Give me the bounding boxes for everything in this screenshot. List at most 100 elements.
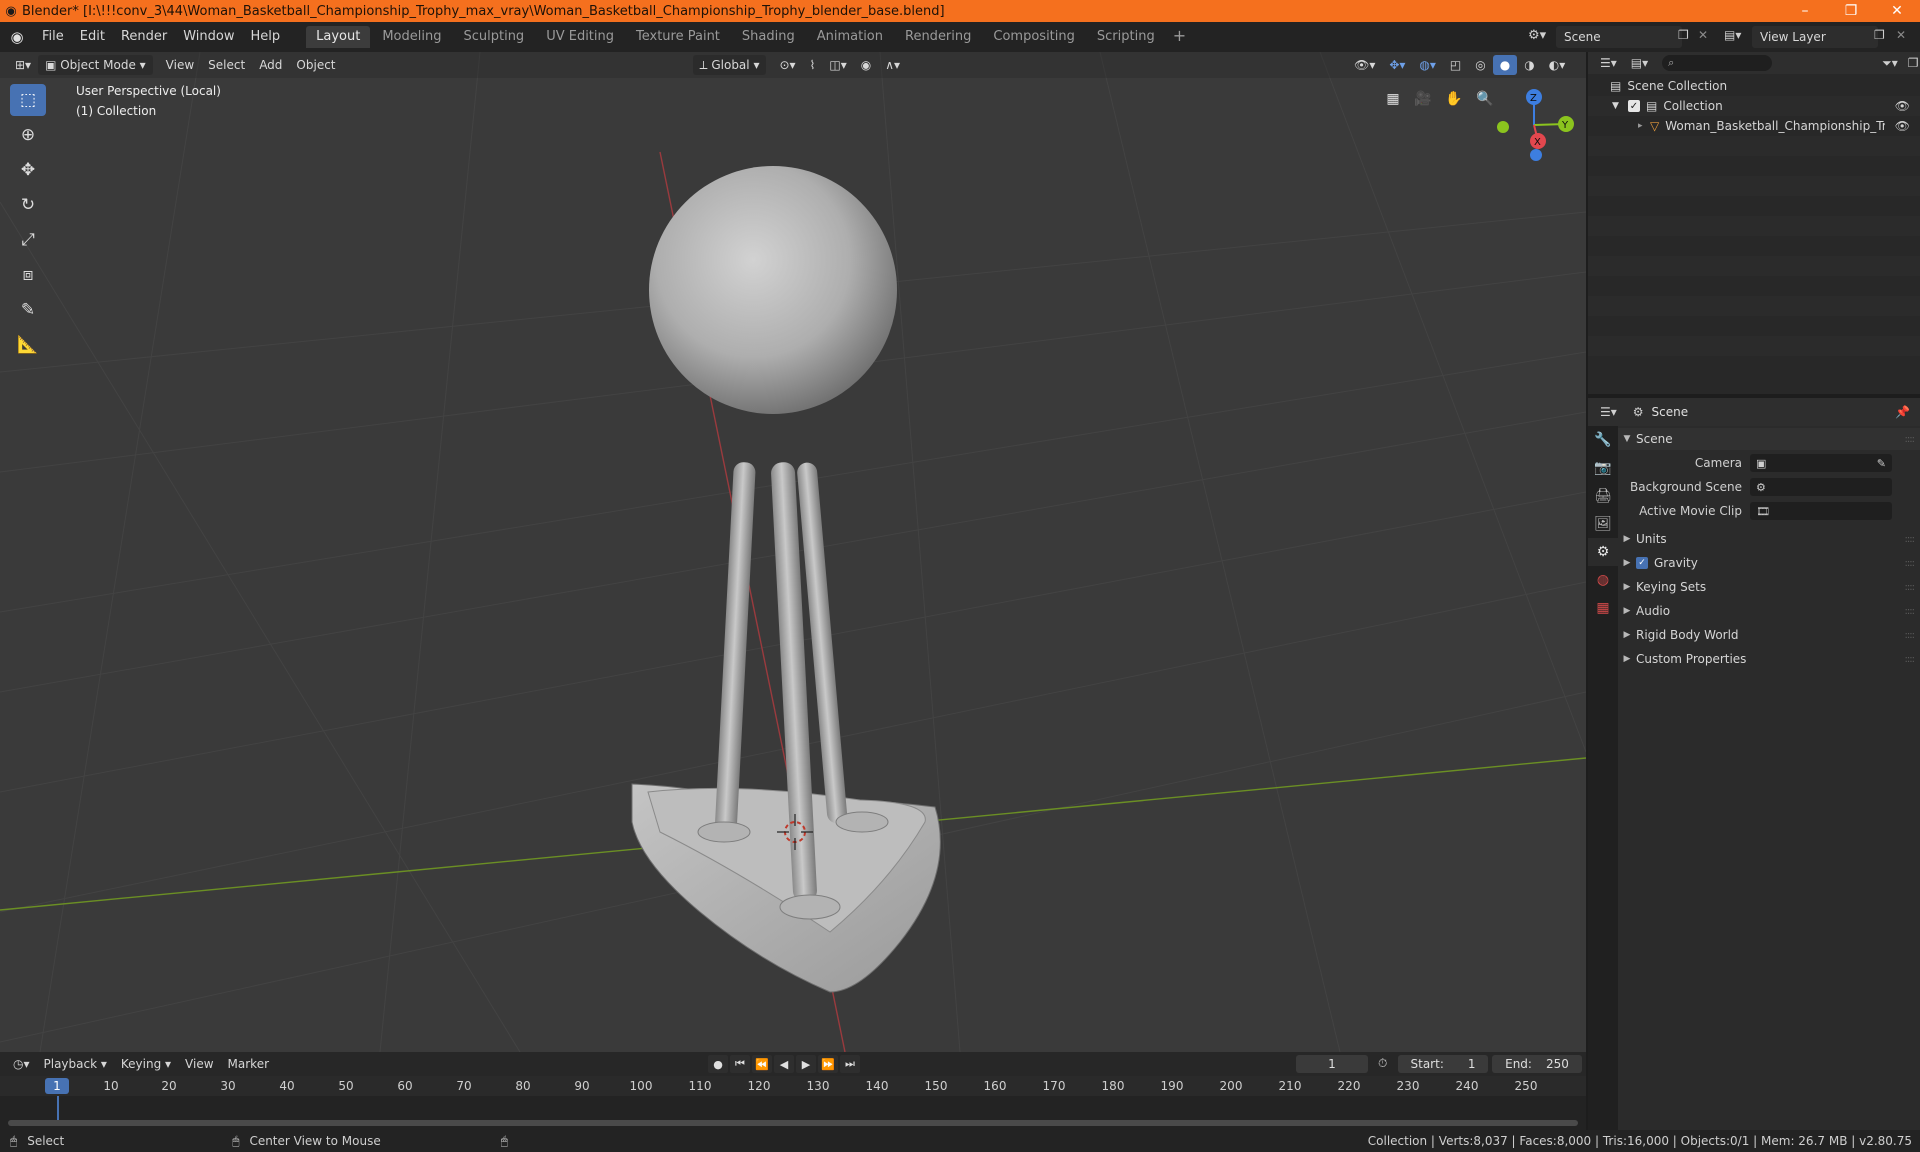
camera-view-icon[interactable]: 🎥 xyxy=(1410,86,1436,112)
select-menu[interactable]: Select xyxy=(201,55,252,75)
transform-orientation-dropdown[interactable]: ⟂ Global ▾ xyxy=(692,55,767,75)
prev-keyframe-icon[interactable]: ⏪ xyxy=(752,1055,772,1073)
outliner-editor-type-icon[interactable]: ☰▾ xyxy=(1600,56,1617,70)
visibility-icon[interactable]: 👁▾ xyxy=(1347,55,1382,75)
marker-menu[interactable]: Marker xyxy=(221,1057,276,1071)
collection-checkbox[interactable]: ✓ xyxy=(1628,100,1640,112)
menu-render[interactable]: Render xyxy=(113,26,175,48)
object-menu[interactable]: Object xyxy=(289,55,342,75)
annotate-tool-icon[interactable]: ✎ xyxy=(10,294,46,326)
outliner-search-input[interactable]: ⌕ xyxy=(1662,55,1773,71)
tab-animation[interactable]: Animation xyxy=(807,26,893,48)
expand-collection-icon[interactable]: ▼ xyxy=(1612,101,1628,111)
tab-compositing[interactable]: Compositing xyxy=(983,26,1085,48)
toggle-grid-icon[interactable]: ▦ xyxy=(1380,86,1406,112)
drag-handle-icon[interactable]: :::: xyxy=(1905,534,1916,545)
view-layer-icon[interactable]: ▤▾ xyxy=(1724,28,1741,42)
snap-target-icon[interactable]: ◫▾ xyxy=(822,55,853,75)
zoom-view-icon[interactable]: 🔍 xyxy=(1472,86,1498,112)
cursor-tool-icon[interactable]: ⊕ xyxy=(10,119,46,151)
wireframe-shading-icon[interactable]: ◎ xyxy=(1468,55,1492,75)
drag-handle-icon[interactable]: :::: xyxy=(1905,582,1916,593)
play-reverse-icon[interactable]: ◀ xyxy=(774,1055,794,1073)
panel-rigid-body-world[interactable]: ▶ Rigid Body World :::: xyxy=(1618,624,1920,646)
jump-start-icon[interactable]: ⏮ xyxy=(730,1055,750,1073)
pin-icon[interactable]: 📌 xyxy=(1895,405,1910,419)
current-frame-indicator[interactable]: 1 xyxy=(45,1078,69,1094)
view-menu[interactable]: View xyxy=(159,55,201,75)
properties-editor-type-icon[interactable]: ☰▾ xyxy=(1600,405,1617,419)
play-icon[interactable]: ▶ xyxy=(796,1055,816,1073)
pan-view-icon[interactable]: ✋ xyxy=(1441,86,1467,112)
start-frame-field[interactable]: Start: 1 xyxy=(1398,1055,1488,1073)
pivot-point-icon[interactable]: ⊙▾ xyxy=(772,55,802,75)
xray-icon[interactable]: ◰ xyxy=(1443,55,1468,75)
tab-view-layer[interactable]: 🖼 xyxy=(1588,510,1618,538)
trophy-model[interactable] xyxy=(631,166,941,993)
tab-scripting[interactable]: Scripting xyxy=(1087,26,1165,48)
gravity-checkbox[interactable]: ✓ xyxy=(1636,557,1648,569)
tab-render[interactable]: 📷 xyxy=(1588,454,1618,482)
panel-custom-properties[interactable]: ▶ Custom Properties :::: xyxy=(1618,648,1920,670)
jump-end-icon[interactable]: ⏭ xyxy=(840,1055,860,1073)
panel-audio[interactable]: ▶ Audio :::: xyxy=(1618,600,1920,622)
filter-icon[interactable]: ⏷▾ xyxy=(1882,56,1898,71)
keying-menu[interactable]: Keying ▾ xyxy=(114,1057,178,1071)
tab-uv-editing[interactable]: UV Editing xyxy=(536,26,624,48)
copy-view-layer-icon[interactable]: ❐ xyxy=(1874,28,1885,42)
measure-tool-icon[interactable]: 📐 xyxy=(10,329,46,361)
scene-type-icon[interactable]: ⚙▾ xyxy=(1528,28,1546,43)
tab-texture-paint[interactable]: Texture Paint xyxy=(626,26,730,48)
eyedropper-icon[interactable]: ✎ xyxy=(1877,457,1886,470)
tab-tool[interactable]: 🔧 xyxy=(1588,426,1618,454)
menu-file[interactable]: File xyxy=(34,26,72,48)
scale-tool-icon[interactable]: ⤢ xyxy=(10,224,46,256)
close-button[interactable]: ✕ xyxy=(1874,0,1920,22)
tab-rendering[interactable]: Rendering xyxy=(895,26,981,48)
navigation-gizmo[interactable]: Z Y X xyxy=(1497,89,1574,161)
drag-handle-icon[interactable]: :::: xyxy=(1905,606,1916,617)
panel-keying-sets[interactable]: ▶ Keying Sets :::: xyxy=(1618,576,1920,598)
menu-edit[interactable]: Edit xyxy=(72,26,113,48)
playback-menu[interactable]: Playback ▾ xyxy=(37,1057,114,1071)
falloff-icon[interactable]: ∧▾ xyxy=(878,55,907,75)
panel-scene[interactable]: ▼ Scene :::: xyxy=(1618,428,1920,450)
rendered-shading-icon[interactable]: ◐▾ xyxy=(1542,55,1573,75)
timeline-editor-type-icon[interactable]: ◷▾ xyxy=(6,1057,37,1071)
transform-tool-icon[interactable]: ⧈ xyxy=(10,259,46,291)
3d-viewport[interactable]: Z Y X ⊞▾ ▣ Object Mode ▾ View Select Add… xyxy=(0,52,1586,1052)
camera-field[interactable]: ▣ ✎ xyxy=(1750,454,1892,472)
tab-sculpting[interactable]: Sculpting xyxy=(453,26,534,48)
outliner-row-collection[interactable]: ▼ ✓ ▤ Collection 👁 xyxy=(1588,96,1920,116)
object-visibility-icon[interactable]: 👁 xyxy=(1895,119,1910,133)
tab-modeling[interactable]: Modeling xyxy=(372,26,451,48)
gizmo-toggle-icon[interactable]: ✥▾ xyxy=(1382,55,1412,75)
remove-view-layer-icon[interactable]: ✕ xyxy=(1896,28,1906,42)
scene-selector[interactable]: Scene xyxy=(1556,26,1682,48)
outliner-row-scene-collection[interactable]: ▤ Scene Collection xyxy=(1588,76,1920,96)
timeline-scrollbar[interactable] xyxy=(8,1120,1578,1126)
snap-icon[interactable]: ⌇ xyxy=(803,55,823,75)
drag-handle-icon[interactable]: :::: xyxy=(1905,654,1916,665)
rotate-tool-icon[interactable]: ↻ xyxy=(10,189,46,221)
maximize-button[interactable]: ❐ xyxy=(1828,0,1874,22)
menu-window[interactable]: Window xyxy=(175,26,242,48)
tab-shading[interactable]: Shading xyxy=(732,26,805,48)
timeline-ruler[interactable]: 1 10 20 30 40 50 60 70 80 90 100 110 120… xyxy=(0,1076,1586,1096)
view-layer-selector[interactable]: View Layer xyxy=(1752,26,1878,48)
end-frame-field[interactable]: End: 250 xyxy=(1492,1055,1582,1073)
gizmo-neg-z-icon[interactable] xyxy=(1530,149,1542,161)
expand-object-icon[interactable]: ▸ xyxy=(1638,121,1650,131)
select-box-tool-icon[interactable]: ⬚ xyxy=(10,84,46,116)
gizmo-neg-y-icon[interactable] xyxy=(1497,121,1509,133)
tab-world[interactable]: ◍ xyxy=(1588,566,1618,594)
record-icon[interactable]: ● xyxy=(708,1055,728,1073)
current-frame-field[interactable]: 1 xyxy=(1296,1055,1368,1073)
timeline-view-menu[interactable]: View xyxy=(178,1057,220,1071)
active-movie-clip-field[interactable]: 🎞 xyxy=(1750,502,1892,520)
tab-output[interactable]: 🖨 xyxy=(1588,482,1618,510)
blender-menu-icon[interactable]: ◉ xyxy=(0,28,34,46)
panel-units[interactable]: ▶ Units :::: xyxy=(1618,528,1920,550)
new-collection-icon[interactable]: ❐ xyxy=(1908,56,1919,70)
display-mode-icon[interactable]: ▤▾ xyxy=(1631,56,1648,70)
